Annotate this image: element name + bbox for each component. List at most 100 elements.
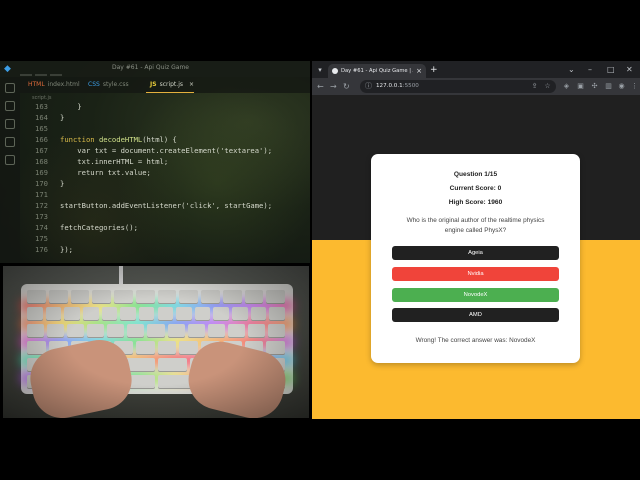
code-line: 171 [35,190,48,199]
keycap [48,341,68,354]
keycap [27,341,46,354]
editor-tabs: HTML index.html CSS style.css JS script.js × [20,77,310,93]
site-info-icon[interactable]: ⓘ [365,81,372,92]
maximize-icon[interactable]: □ [607,64,615,75]
code-line: 173 [35,212,48,221]
menu-icon[interactable]: ⋮ [630,82,639,91]
keycap [114,375,155,388]
current-score: Current Score: 0 [449,185,502,192]
extensions-icon[interactable] [5,155,15,165]
quiz-card: Question 1/15 Current Score: 0 High Scor… [371,154,580,363]
browser-toolbar: ← → ↻ ⓘ 127.0.0.1:5500 ⇪ ☆ ◈ ▣ ✣ ▥ ◉ ⋮ [312,78,640,95]
browser-tabbar: ▾ Day #61 - Api Quiz Game | Asmr × + ⌄ –… [312,61,640,78]
keycap [187,324,205,337]
minimize-icon[interactable]: – [588,64,592,75]
keycap [201,290,220,303]
keycap [92,341,111,354]
close-tab-icon[interactable]: × [189,81,194,88]
keycap [27,324,45,337]
keycap [157,290,177,303]
vscode-logo-icon: ◆ [4,64,11,74]
favicon-icon [332,68,338,74]
keycap [45,307,62,320]
activity-bar [0,77,20,263]
extension-metamask-icon[interactable]: ◈ [562,82,571,91]
answer-button[interactable]: Nvidia [392,267,559,281]
keycap [82,307,99,320]
vscode-menu[interactable] [20,64,80,76]
keycap [167,324,185,337]
keycap [124,358,155,371]
keycap [48,290,68,303]
left-hand [24,334,138,418]
tab-list-icon[interactable]: ⌄ [568,64,575,75]
tab-script-js[interactable]: JS script.js × [146,77,195,93]
rgb-glow [21,318,293,330]
search-icon[interactable] [5,101,15,111]
keycap [201,375,242,388]
source-control-icon[interactable] [5,119,15,129]
keycap [194,307,211,320]
code-line: 176}); [35,245,73,254]
profile-icon[interactable]: ◉ [617,82,626,91]
share-icon[interactable]: ⇪ [530,82,539,91]
answer-button[interactable]: NovodeX [392,288,559,302]
tab-style-css[interactable]: CSS style.css [84,77,129,93]
keycap [114,290,133,303]
keycap [47,324,65,337]
explorer-icon[interactable] [5,83,15,93]
forward-icon[interactable]: → [330,81,337,92]
address-bar[interactable]: ⓘ 127.0.0.1:5500 ⇪ ☆ [360,80,556,93]
answer-button[interactable]: AMD [392,308,559,322]
keycap [120,307,136,320]
vscode-titlebar: ◆ Day #61 - Api Quiz Game [0,61,310,77]
rgb-glow [21,336,293,348]
close-tab-icon[interactable]: × [416,66,422,76]
keycap [157,341,177,354]
keycap [87,324,105,337]
keycap [59,358,90,371]
close-window-icon[interactable]: ✕ [626,64,633,75]
keycap [138,307,155,320]
sidebar-icon[interactable]: ▥ [604,82,613,91]
keycap [266,290,285,303]
question-text: Who is the original author of the realti… [406,217,545,234]
js-file-icon: JS [150,81,157,88]
rgb-glow [21,372,293,384]
answer-button[interactable]: Ageia [392,246,559,260]
keycap [222,341,242,354]
keycap [70,341,90,354]
keycap [27,290,46,303]
extensions-puzzle-icon[interactable]: ✣ [590,82,599,91]
new-tab-button[interactable]: + [430,64,438,76]
keycap [70,375,111,388]
code-line: 175 [35,234,48,243]
answer-feedback: Wrong! The correct answer was: NovodeX [415,337,536,344]
keycap [244,290,264,303]
browser-tab[interactable]: Day #61 - Api Quiz Game | Asmr × [328,64,426,78]
code-editor[interactable]: 163 } 164} 165 166 function decodeHTML(ht… [20,101,310,261]
keycap [201,341,220,354]
keycap [266,341,285,354]
keycap [157,358,188,371]
keycap [222,290,242,303]
reload-icon[interactable]: ↻ [343,81,350,92]
keycap [127,324,145,337]
extension-icon[interactable]: ▣ [576,82,585,91]
keycap [147,324,165,337]
keycap [213,307,230,320]
keycap [135,290,155,303]
run-debug-icon[interactable] [5,137,15,147]
keycap [176,307,192,320]
bookmark-star-icon[interactable]: ☆ [543,82,552,91]
keycap [255,358,285,371]
tab-search-icon[interactable]: ▾ [315,65,325,75]
rgb-keyboard [21,284,293,394]
tab-index-html[interactable]: HTML index.html [24,77,80,93]
keycap [179,341,198,354]
keycap [67,324,85,337]
code-line: 169 return txt.value; [35,168,151,177]
back-icon[interactable]: ← [317,81,324,92]
code-line: 166 function decodeHTML(html) { [35,135,177,144]
keycap [157,307,174,320]
